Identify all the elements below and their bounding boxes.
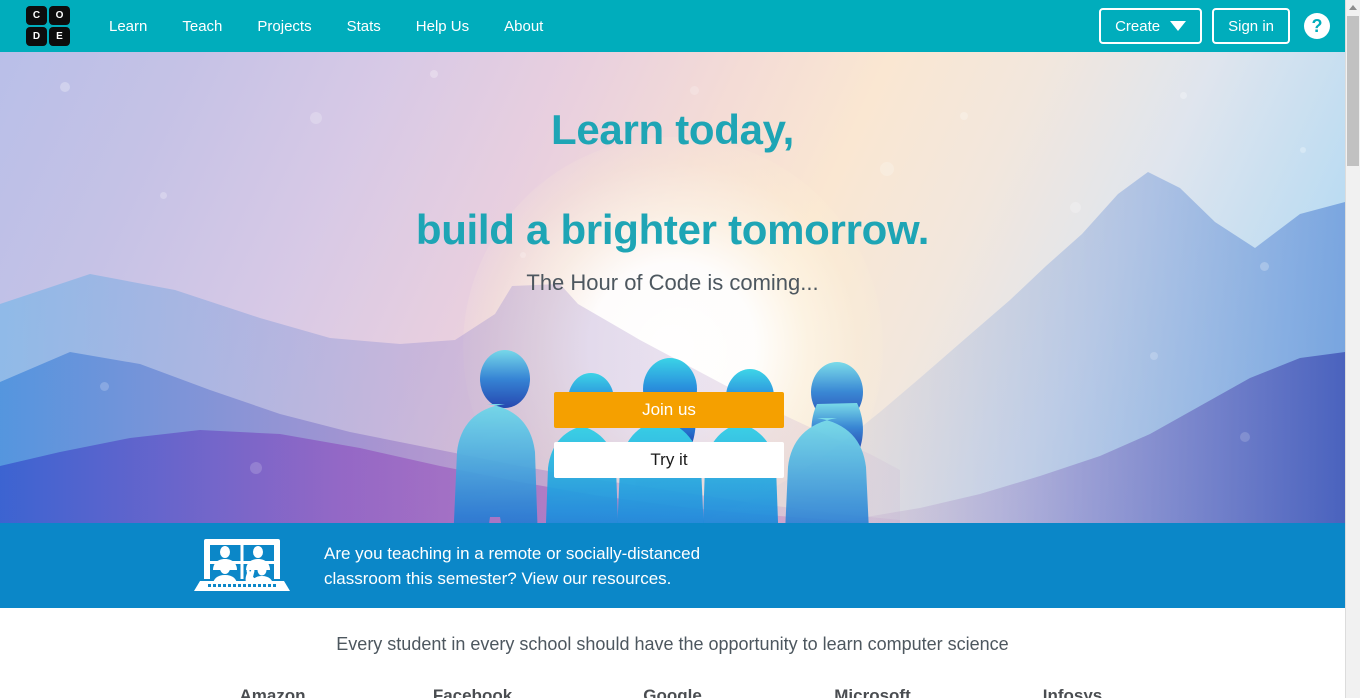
partner-logo[interactable]: Infosys <box>1018 686 1128 698</box>
main-navigation: Learn Teach Projects Stats Help Us About <box>109 12 578 41</box>
video-call-laptop-icon <box>194 538 290 591</box>
partner-logo[interactable]: Facebook <box>418 686 528 698</box>
banner-message-line2: classroom this semester? View our resour… <box>324 568 672 588</box>
partner-logo[interactable]: Microsoft <box>818 686 928 698</box>
scroll-up-arrow-icon[interactable] <box>1346 0 1360 15</box>
create-button-label: Create <box>1115 17 1161 35</box>
sign-in-label: Sign in <box>1228 17 1274 35</box>
hero-title-line2: build a brighter tomorrow. <box>415 206 930 253</box>
logo-tile-c: C <box>26 6 47 25</box>
partner-logo[interactable]: Amazon <box>218 686 328 698</box>
nav-item-help-us[interactable]: Help Us <box>416 12 469 41</box>
sign-in-button[interactable]: Sign in <box>1212 8 1290 44</box>
scrollbar-thumb[interactable] <box>1347 16 1359 166</box>
nav-item-projects[interactable]: Projects <box>257 12 311 41</box>
remote-learning-banner: Are you teaching in a remote or socially… <box>0 523 1345 608</box>
banner-message-line1: Are you teaching in a remote or socially… <box>324 543 701 563</box>
page-root: C O D E Learn Teach Projects Stats Help … <box>0 0 1360 698</box>
partner-logo[interactable]: Google <box>618 686 728 698</box>
logo-tile-e: E <box>49 27 70 46</box>
logo-tile-d: D <box>26 27 47 46</box>
tagline-section: Every student in every school should hav… <box>0 608 1345 698</box>
help-icon[interactable]: ? <box>1304 13 1330 39</box>
nav-item-about[interactable]: About <box>504 12 543 41</box>
tagline-text: Every student in every school should hav… <box>336 634 1009 654</box>
hero-title-line1: Learn today, <box>550 106 794 153</box>
hero-text-block: Learn today, build a brighter tomorrow. … <box>0 52 1345 296</box>
hero-section: Learn today, build a brighter tomorrow. … <box>0 52 1345 523</box>
chevron-down-icon <box>1170 21 1187 31</box>
create-button[interactable]: Create <box>1099 8 1203 44</box>
hero-cta-group: Join us Try it <box>554 392 784 478</box>
join-us-button[interactable]: Join us <box>554 392 784 428</box>
logo-tile-o: O <box>49 6 70 25</box>
nav-item-stats[interactable]: Stats <box>347 12 381 41</box>
page-scrollbar[interactable] <box>1345 0 1360 698</box>
nav-item-learn[interactable]: Learn <box>109 12 147 41</box>
banner-message: Are you teaching in a remote or socially… <box>324 541 700 591</box>
code-org-logo[interactable]: C O D E <box>26 6 70 46</box>
nav-item-teach[interactable]: Teach <box>182 12 222 41</box>
try-it-button[interactable]: Try it <box>554 442 784 478</box>
site-header: C O D E Learn Teach Projects Stats Help … <box>0 0 1345 52</box>
hero-subtitle: The Hour of Code is coming... <box>526 270 819 295</box>
partner-logos-strip: Amazon Facebook Google Microsoft Infosys <box>0 686 1345 698</box>
header-actions: Create Sign in ? <box>1099 0 1330 52</box>
